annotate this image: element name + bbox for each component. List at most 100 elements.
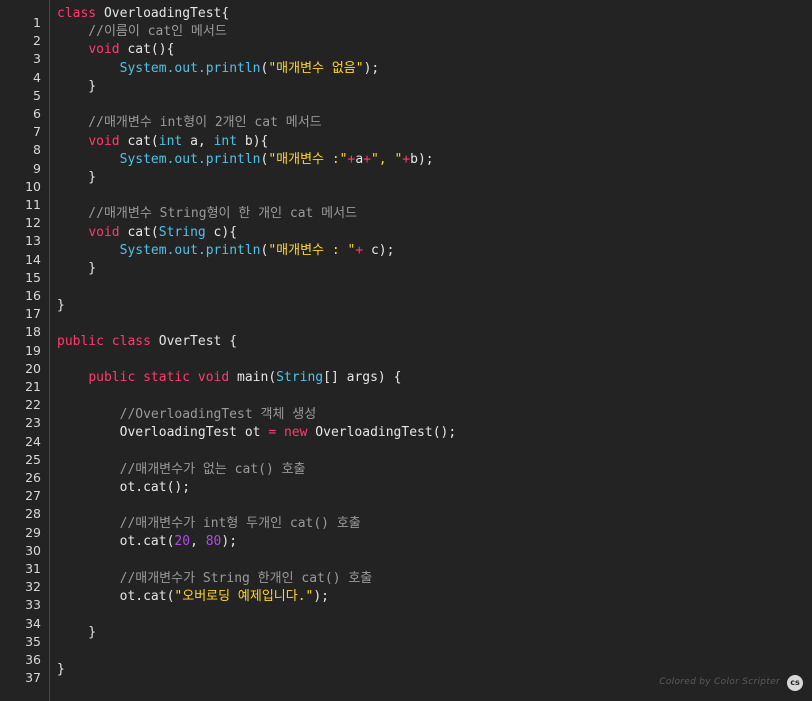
line-number: 37 <box>25 670 41 686</box>
line-number: 7 <box>33 124 41 140</box>
code-line: //OverloadingTest 객체 생성 <box>57 406 317 424</box>
line-number: 9 <box>33 160 41 176</box>
code-line: ot.cat(20, 80); <box>57 533 237 551</box>
code-line: } <box>57 260 96 278</box>
code-token: ); <box>221 534 238 550</box>
code-line: OverloadingTest ot = new OverloadingTest… <box>57 424 457 442</box>
code-line: class OverloadingTest{ <box>57 5 229 23</box>
code-token: 20 <box>174 534 191 550</box>
line-number: 12 <box>25 215 41 231</box>
code-token: //매개변수 String형이 한 개인 cat 메서드 <box>57 206 358 222</box>
code-line: System.out.println("매개변수 : "+ c); <box>57 242 395 260</box>
code-token: ); <box>313 589 330 605</box>
code-line: ot.cat(); <box>57 479 190 497</box>
code-line: System.out.println("매개변수 :"+a+", "+b); <box>57 151 434 169</box>
code-token: void <box>88 133 120 149</box>
line-number: 25 <box>25 451 41 467</box>
code-line: ot.cat("오버로딩 예제입니다."); <box>57 588 329 606</box>
line-number: 15 <box>25 269 41 285</box>
code-area: class OverloadingTest{ //이름이 cat인 메서드 vo… <box>57 0 802 701</box>
line-number: 23 <box>25 415 41 431</box>
line-number: 34 <box>25 615 41 631</box>
line-number: 28 <box>25 506 41 522</box>
line-number: 21 <box>25 379 41 394</box>
code-token: c){ <box>205 224 238 240</box>
code-viewer: 1 2 3 4 5 6 7 8 9 10 11 12 13 14 15 16 17 18 19 20 21 22 23 24 2… <box>0 0 812 701</box>
code-token: , <box>190 534 206 550</box>
line-number: 30 <box>25 542 41 558</box>
code-token: "매개변수 없음" <box>268 60 364 76</box>
code-token: ot.cat( <box>57 534 175 550</box>
code-token: OverloadingTest{ <box>96 6 230 21</box>
code-token: } <box>57 78 97 94</box>
color-scripter-badge-icon[interactable]: cs <box>787 675 803 691</box>
code-token: } <box>57 261 97 277</box>
line-number: 27 <box>25 488 41 504</box>
code-token: //매개변수가 int형 두개인 cat() 호출 <box>57 516 361 532</box>
code-token: new <box>283 425 308 441</box>
code-token: ); <box>363 60 380 76</box>
line-number: 24 <box>25 433 41 449</box>
code-token: c); <box>363 242 395 258</box>
code-token: public static void <box>88 370 230 386</box>
line-number: 6 <box>33 106 41 121</box>
code-token: class <box>57 6 97 21</box>
code-token: String <box>158 224 206 240</box>
code-token: System.out.println <box>119 60 261 76</box>
line-number: 16 <box>25 288 41 303</box>
code-line: //매개변수 int형이 2개인 cat 메서드 <box>57 114 321 132</box>
code-line: } <box>57 78 96 96</box>
line-number: 20 <box>25 360 41 376</box>
code-line: void cat(){ <box>57 41 174 59</box>
code-token: void <box>88 42 120 58</box>
line-number: 19 <box>25 342 41 358</box>
code-line: //이름이 cat인 메서드 <box>57 23 227 41</box>
code-line: } <box>57 661 65 679</box>
code-token: System.out.println <box>119 151 261 167</box>
code-token: } <box>57 625 97 641</box>
line-number: 36 <box>25 652 41 667</box>
code-token: OverloadingTest(); <box>307 425 457 441</box>
code-token: //매개변수가 String 한개인 cat() 호출 <box>57 570 373 586</box>
line-number: 3 <box>33 51 41 67</box>
code-line: } <box>57 624 96 642</box>
code-token: System.out.println <box>119 242 261 258</box>
code-token: int <box>213 133 238 149</box>
line-number: 10 <box>25 178 41 194</box>
code-token: cat(){ <box>119 42 175 58</box>
code-line: public static void main(String[] args) { <box>57 369 401 387</box>
code-token: "매개변수 : " <box>268 242 356 258</box>
code-token: } <box>57 661 65 677</box>
code-token: String <box>276 370 324 386</box>
code-line: public class OverTest { <box>57 333 237 351</box>
code-token: b); <box>410 151 434 167</box>
code-line: } <box>57 297 65 315</box>
code-token: } <box>57 297 65 313</box>
code-line: //매개변수 String형이 한 개인 cat 메서드 <box>57 205 357 223</box>
code-token: //OverloadingTest 객체 생성 <box>57 406 317 422</box>
code-line: System.out.println("매개변수 없음"); <box>57 60 380 78</box>
code-token: a, <box>182 133 214 149</box>
code-token: b){ <box>237 133 269 149</box>
line-number: 22 <box>25 397 41 413</box>
line-number: 26 <box>25 470 41 485</box>
code-token: int <box>158 133 183 149</box>
code-token: void <box>88 224 120 240</box>
color-scripter-credit[interactable]: Colored by Color Scripter <box>659 677 780 687</box>
code-line: } <box>57 169 96 187</box>
code-token: "매개변수 :" <box>268 151 348 167</box>
code-token: a <box>355 151 364 167</box>
code-token: cat( <box>119 133 159 149</box>
code-token: public class <box>57 333 151 349</box>
code-token: + <box>363 151 371 167</box>
line-number: 13 <box>25 233 41 249</box>
line-number: 5 <box>33 87 41 103</box>
code-line: //매개변수가 없는 cat() 호출 <box>57 461 306 479</box>
code-token: OverTest { <box>150 333 238 349</box>
code-token: = <box>268 425 277 441</box>
